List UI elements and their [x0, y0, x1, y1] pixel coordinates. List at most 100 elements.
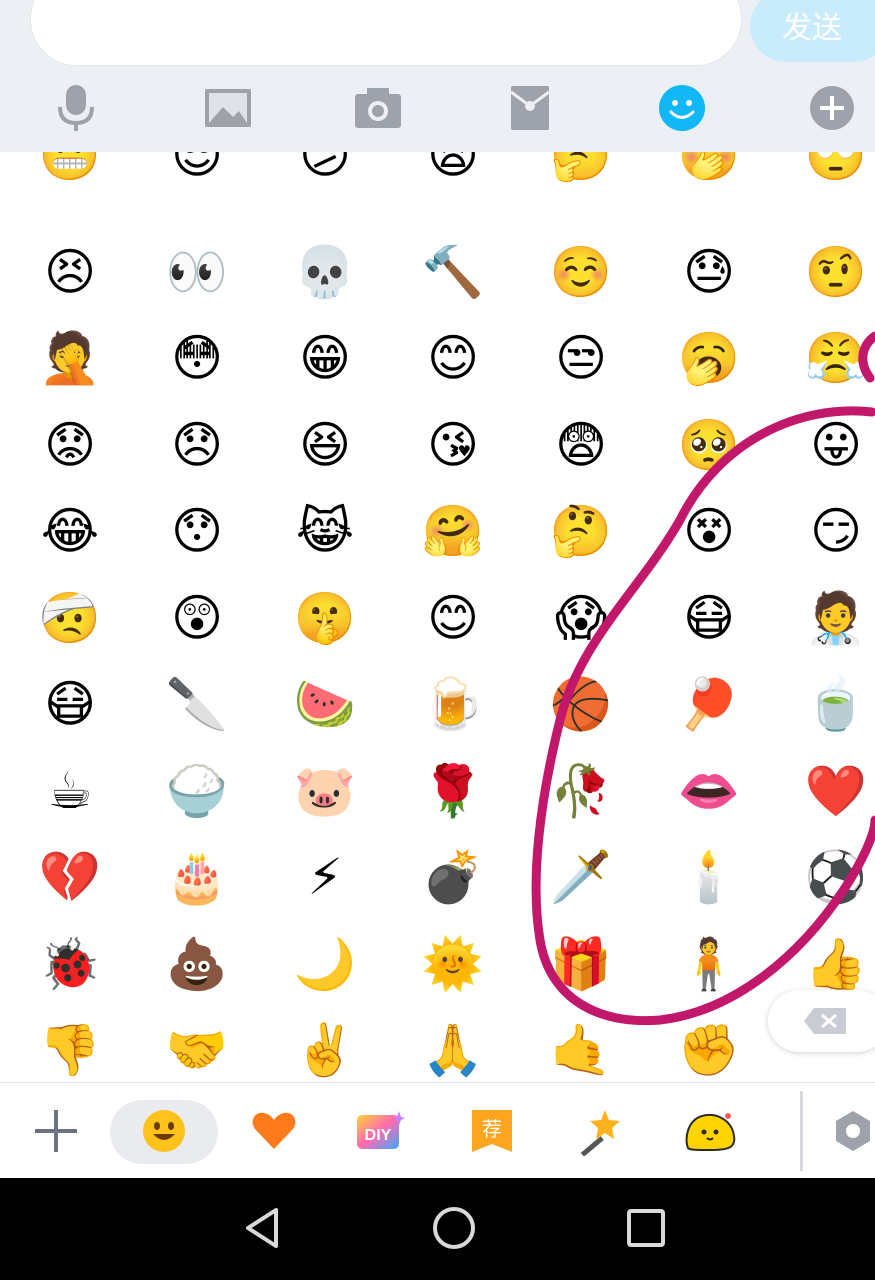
emoji-category-tabbar: DIY 荐: [0, 1082, 875, 1179]
emoji-cell[interactable]: 😬: [37, 152, 103, 188]
recent-apps-icon[interactable]: [620, 1202, 672, 1254]
emoji-cell[interactable]: 🧍: [676, 931, 742, 997]
emoji-cell[interactable]: 🧑‍⚕️: [803, 585, 869, 651]
emoji-cell[interactable]: 🌙: [292, 931, 358, 997]
emoji-cell[interactable]: 💣: [420, 844, 486, 910]
emoji-cell[interactable]: 🕯️: [676, 844, 742, 910]
emoji-cell[interactable]: 🗡️: [548, 844, 614, 910]
emoji-cell[interactable]: 😲: [164, 585, 230, 651]
home-icon[interactable]: [428, 1202, 480, 1254]
emoji-cell[interactable]: 😕: [292, 152, 358, 188]
emoji-cell[interactable]: 🔨: [420, 239, 486, 305]
recommend-tab[interactable]: 荐: [464, 1083, 520, 1179]
emoji-cell[interactable]: 😫: [420, 152, 486, 188]
emoji-cell[interactable]: 🤝: [164, 1017, 230, 1082]
emoji-cell[interactable]: 😂: [37, 498, 103, 564]
emoji-cell[interactable]: ☕: [37, 758, 103, 824]
emoji-cell[interactable]: 😯: [164, 498, 230, 564]
emoji-cell[interactable]: 😁: [292, 325, 358, 391]
emoji-cell[interactable]: 😏: [803, 498, 869, 564]
emoji-cell[interactable]: 🌹: [420, 758, 486, 824]
red-envelope-icon[interactable]: [504, 82, 556, 134]
emoji-cell[interactable]: ❤️: [803, 758, 869, 824]
emoji-cell[interactable]: 🌞: [420, 931, 486, 997]
smile-emoji-tab[interactable]: [136, 1083, 192, 1179]
emoji-cell[interactable]: 😞: [164, 412, 230, 478]
emoji-cell[interactable]: 🙏: [420, 1017, 486, 1082]
emoji-cell[interactable]: ⚡: [292, 844, 358, 910]
emoji-cell[interactable]: 💀: [292, 239, 358, 305]
emoji-cell[interactable]: 😳: [164, 325, 230, 391]
emoji-cell[interactable]: 🐷: [292, 758, 358, 824]
emoji-cell[interactable]: 🤭: [676, 152, 742, 188]
emoji-cell[interactable]: 👍: [803, 931, 869, 997]
emoji-cell[interactable]: ☺️: [548, 239, 614, 305]
emoji-cell[interactable]: 😊: [420, 585, 486, 651]
diy-label: DIY: [365, 1127, 392, 1144]
emoji-cell[interactable]: 👎: [37, 1017, 103, 1082]
chat-input-panel: 发送: [0, 0, 875, 152]
image-icon[interactable]: [202, 82, 254, 134]
back-icon[interactable]: [236, 1202, 288, 1254]
emoji-cell[interactable]: 🥺: [676, 412, 742, 478]
emoji-cell[interactable]: 🍵: [803, 671, 869, 737]
emoji-cell[interactable]: 😊: [420, 325, 486, 391]
emoji-cell[interactable]: 🤔: [548, 498, 614, 564]
emoji-cell[interactable]: 😨: [548, 412, 614, 478]
emoji-cell[interactable]: 🤨: [803, 239, 869, 305]
emoji-cell[interactable]: 🍺: [420, 671, 486, 737]
emoji-cell[interactable]: 😵: [676, 498, 742, 564]
emoji-cell[interactable]: 🤦: [37, 325, 103, 391]
emoji-cell[interactable]: ✌️: [292, 1017, 358, 1082]
emoji-cell[interactable]: 😛: [803, 412, 869, 478]
message-input[interactable]: [30, 0, 742, 66]
emoji-cell[interactable]: 😷: [676, 585, 742, 651]
emoji-cell[interactable]: 🐞: [37, 931, 103, 997]
emoji-cell[interactable]: 😣: [37, 239, 103, 305]
emoji-cell[interactable]: 🤫: [292, 585, 358, 651]
magic-wand-tab[interactable]: [572, 1083, 628, 1179]
emoji-cell[interactable]: 🤕: [37, 585, 103, 651]
emoji-cell[interactable]: 🥀: [548, 758, 614, 824]
emoji-cell[interactable]: 😘: [420, 412, 486, 478]
emoji-cell[interactable]: 🙄: [803, 152, 869, 188]
emoji-cell[interactable]: 👀: [164, 239, 230, 305]
emoji-cell[interactable]: 🎁: [548, 931, 614, 997]
emoji-cell[interactable]: 😓: [676, 239, 742, 305]
emoji-cell[interactable]: 🏓: [676, 671, 742, 737]
settings-icon[interactable]: [830, 1083, 875, 1179]
emoji-cell[interactable]: 👄: [676, 758, 742, 824]
emoji-cell[interactable]: 🏀: [548, 671, 614, 737]
recommend-label: 荐: [482, 1117, 502, 1141]
emoji-cell[interactable]: 😹: [292, 498, 358, 564]
emoji-cell[interactable]: 😒: [548, 325, 614, 391]
diy-tab[interactable]: DIY: [352, 1083, 408, 1179]
heart-tab[interactable]: [246, 1083, 302, 1179]
emoji-cell[interactable]: 😆: [292, 412, 358, 478]
emoji-cell[interactable]: ⚽: [803, 844, 869, 910]
emoji-cell[interactable]: 💔: [37, 844, 103, 910]
send-button[interactable]: 发送: [750, 0, 875, 62]
emoji-cell[interactable]: 🤙: [548, 1017, 614, 1082]
emoji-cell[interactable]: 🔪: [164, 671, 230, 737]
emoji-cell[interactable]: 🍉: [292, 671, 358, 737]
emoji-icon[interactable]: [656, 82, 708, 134]
emoji-cell[interactable]: 🤗: [420, 498, 486, 564]
emoji-cell[interactable]: 🎂: [164, 844, 230, 910]
plus-circle-icon[interactable]: [806, 82, 858, 134]
delete-button[interactable]: [768, 990, 875, 1052]
emoji-cell[interactable]: 💩: [164, 931, 230, 997]
emoji-cell[interactable]: 😎: [164, 152, 230, 188]
add-icon[interactable]: [28, 1083, 84, 1179]
emoji-cell[interactable]: 🥱: [676, 325, 742, 391]
blob-character-tab[interactable]: [680, 1083, 740, 1179]
emoji-cell[interactable]: 😷: [37, 671, 103, 737]
emoji-cell[interactable]: 🤔: [548, 152, 614, 188]
emoji-cell[interactable]: 😟: [37, 412, 103, 478]
emoji-cell[interactable]: 😤: [803, 325, 869, 391]
microphone-icon[interactable]: [50, 82, 102, 134]
emoji-cell[interactable]: ✊: [676, 1017, 742, 1082]
emoji-cell[interactable]: 🍚: [164, 758, 230, 824]
emoji-cell[interactable]: 😱: [548, 585, 614, 651]
camera-icon[interactable]: [352, 82, 404, 134]
